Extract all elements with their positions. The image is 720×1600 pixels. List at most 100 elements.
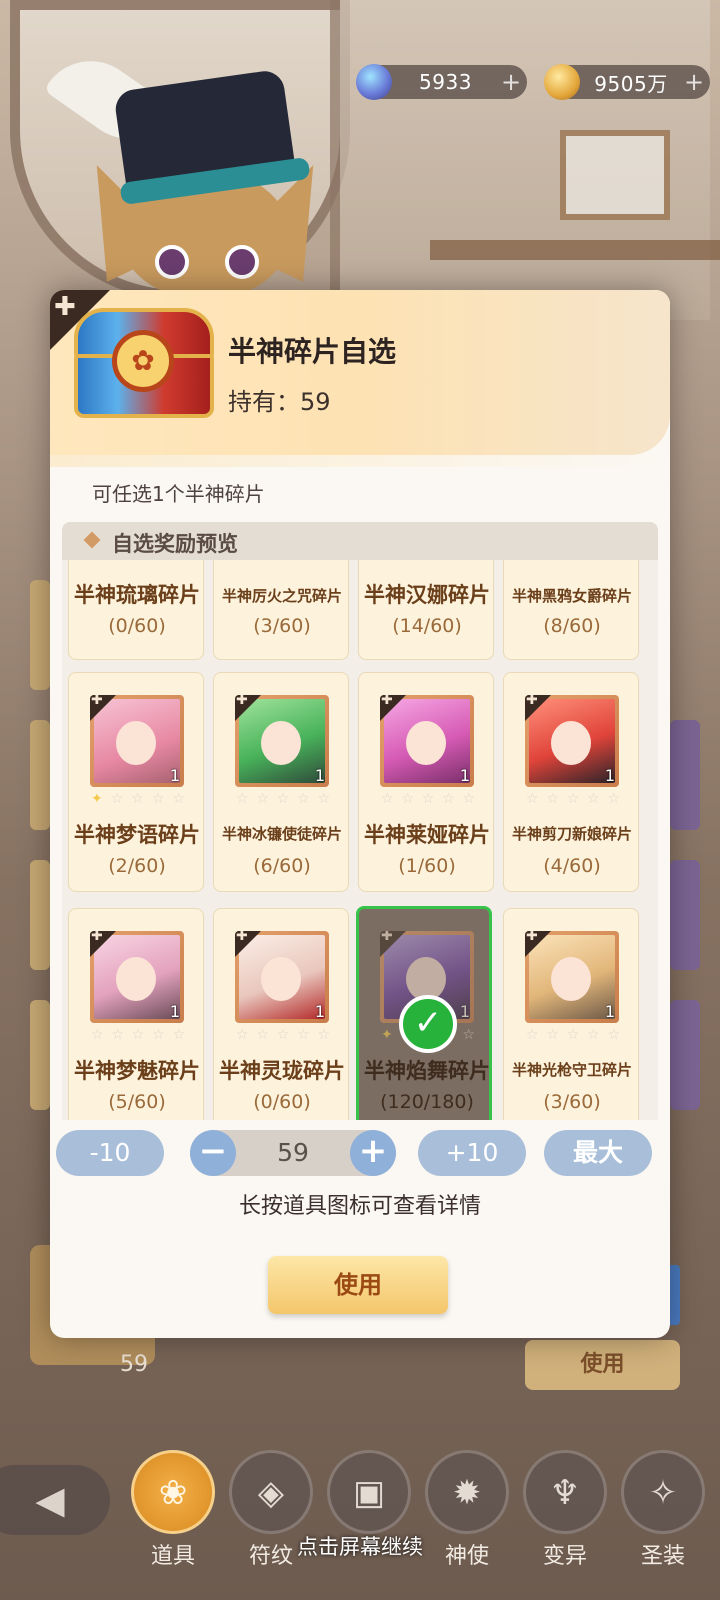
shard-name: 半神莱娅碎片 — [364, 823, 490, 847]
plus-icon[interactable]: + — [350, 1130, 396, 1176]
shard-card[interactable]: ✚ 1 ☆ ☆ ☆ ☆ ☆ 半神梦魅碎片 (5/60) — [68, 908, 204, 1120]
shard-count: (120/180) — [380, 1091, 474, 1113]
shard-name: 半神黑鸦女爵碎片 — [511, 587, 632, 605]
shard-qty: 1 — [459, 1002, 470, 1021]
gold-currency: 9505万 + — [544, 64, 710, 100]
shard-portrait: ✚ 1 — [235, 695, 329, 787]
background-use-button: 使用 — [525, 1340, 680, 1390]
shard-card-selected[interactable]: ✚ 1 ✦☆☆☆☆ ✓ 半神焰舞碎片 (120/180) — [356, 906, 492, 1120]
long-press-tip: 长按道具图标可查看详情 — [238, 1194, 481, 1219]
shard-count: (6/60) — [253, 855, 311, 877]
shard-name: 半神冰镰使徒碎片 — [221, 825, 342, 843]
star-rating: ☆ ☆ ☆ ☆ ☆ — [236, 791, 330, 807]
shard-portrait: ✚ 1 — [235, 931, 329, 1023]
gem-icon — [356, 64, 392, 100]
spirit-icon: ✹ — [425, 1450, 509, 1534]
use-button[interactable]: 使用 — [268, 1256, 448, 1314]
shard-card[interactable]: ✚ 1 ☆ ☆ ☆ ☆ ☆ 半神莱娅碎片 (1/60) — [358, 672, 494, 892]
shard-count: (0/60) — [253, 1091, 311, 1113]
plus-ten-button[interactable]: +10 — [418, 1130, 526, 1176]
fox-mascot — [43, 41, 350, 300]
shard-qty: 1 — [314, 766, 325, 785]
shard-qty: 1 — [604, 766, 615, 785]
shard-name: 半神汉娜碎片 — [364, 583, 490, 607]
shard-count: (0/60) — [108, 615, 166, 637]
star-rating: ☆ ☆ ☆ ☆ ☆ — [91, 1027, 185, 1043]
shard-qty: 1 — [604, 1002, 615, 1021]
bag-icon: ❀ — [131, 1450, 215, 1534]
quantity-stepper: − 59 + — [190, 1130, 396, 1176]
checkmark-icon: ✓ — [399, 995, 457, 1053]
shard-count: (8/60) — [543, 615, 601, 637]
shard-count: (1/60) — [398, 855, 456, 877]
star-rating: ☆ ☆ ☆ ☆ ☆ — [526, 791, 620, 807]
shard-card[interactable]: ✚ 1 ✦ ☆ ☆ ☆ ☆ 半神梦语碎片 (2/60) — [68, 672, 204, 892]
shard-card[interactable]: 半神汉娜碎片 (14/60) — [358, 560, 494, 660]
background-left-cards — [30, 580, 50, 1110]
shard-card[interactable]: 半神黑鸦女爵碎片 (8/60) — [503, 560, 639, 660]
shard-name: 半神厉火之咒碎片 — [221, 587, 342, 605]
shard-name: 半神梦语碎片 — [74, 823, 200, 847]
gold-coin-icon — [544, 64, 580, 100]
star-rating: ☆ ☆ ☆ ☆ ☆ — [236, 1027, 330, 1043]
star-rating: ☆ ☆ ☆ ☆ ☆ — [381, 791, 475, 807]
treasure-chest-icon: ✿ — [74, 308, 214, 418]
gem-currency: 5933 + — [356, 64, 527, 100]
shard-portrait: ✚ 1 — [525, 695, 619, 787]
shard-portrait: ✚ 1 — [90, 931, 184, 1023]
background-shelf — [430, 240, 720, 260]
shard-name: 半神琉璃碎片 — [74, 583, 200, 607]
shard-card[interactable]: 半神琉璃碎片 (0/60) — [68, 560, 204, 660]
shard-count: (4/60) — [543, 855, 601, 877]
shard-name: 半神灵珑碎片 — [219, 1059, 345, 1083]
shard-name: 半神焰舞碎片 — [364, 1059, 490, 1083]
shard-qty: 1 — [314, 1002, 325, 1021]
shard-count: (14/60) — [392, 615, 462, 637]
nav-item-cards[interactable]: ▣ — [324, 1450, 414, 1538]
tap-to-continue[interactable]: 点击屏幕继续 — [0, 1531, 720, 1561]
holy-gear-icon: ✧ — [621, 1450, 705, 1534]
background-right-cards — [670, 720, 700, 1120]
shard-name: 半神梦魅碎片 — [74, 1059, 200, 1083]
dialog-title: 半神碎片自选 — [228, 335, 397, 368]
shard-select-dialog: ✚ ✿ 半神碎片自选 持有：59 可任选1个半神碎片 自选奖励预览 半神琉璃碎片… — [50, 290, 670, 1338]
gem-amount: 5933 — [419, 70, 472, 94]
shard-count: (3/60) — [543, 1091, 601, 1113]
shard-qty: 1 — [169, 766, 180, 785]
reward-grid[interactable]: 半神琉璃碎片 (0/60) 半神厉火之咒碎片 (3/60) 半神汉娜碎片 (14… — [62, 560, 658, 1120]
add-gem-button[interactable]: + — [499, 68, 523, 96]
shard-count: (5/60) — [108, 1091, 166, 1113]
preview-title: 自选奖励预览 — [112, 532, 238, 556]
shard-name: 半神光枪守卫碎片 — [511, 1061, 632, 1079]
add-gold-button[interactable]: + — [682, 68, 706, 96]
shard-card[interactable]: ✚ 1 ☆ ☆ ☆ ☆ ☆ 半神剪刀新娘碎片 (4/60) — [503, 672, 639, 892]
star-rating: ☆ ☆ ☆ ☆ ☆ — [526, 1027, 620, 1043]
bottom-nav: ❀ 道具 ◈ 符纹 ▣ ✹ 神使 ♆ 变异 ✧ 圣装 — [0, 1450, 720, 1600]
max-button[interactable]: 最大 — [544, 1130, 652, 1176]
card-icon: ▣ — [327, 1450, 411, 1534]
shard-card[interactable]: ✚ 1 ☆ ☆ ☆ ☆ ☆ 半神灵珑碎片 (0/60) — [213, 908, 349, 1120]
dice-icon: ◈ — [229, 1450, 313, 1534]
shard-qty: 1 — [459, 766, 470, 785]
shard-count: (3/60) — [253, 615, 311, 637]
shard-qty: 1 — [169, 1002, 180, 1021]
background-picture-frame — [560, 130, 670, 220]
shard-portrait: ✚ 1 — [90, 695, 184, 787]
shard-name: 半神剪刀新娘碎片 — [511, 825, 632, 843]
gold-amount: 9505万 — [594, 71, 668, 96]
background-item-count: 59 — [120, 1352, 148, 1377]
mutation-icon: ♆ — [523, 1450, 607, 1534]
puzzle-icon: ✚ — [54, 292, 76, 322]
shard-card[interactable]: 半神厉火之咒碎片 (3/60) — [213, 560, 349, 660]
preview-section-header: 自选奖励预览 — [62, 522, 658, 560]
star-rating: ✦☆☆☆☆ — [91, 791, 185, 807]
select-hint: 可任选1个半神碎片 — [92, 482, 265, 506]
shard-card[interactable]: ✚ 1 ☆ ☆ ☆ ☆ ☆ 半神冰镰使徒碎片 (6/60) — [213, 672, 349, 892]
minus-ten-button[interactable]: -10 — [56, 1130, 164, 1176]
shard-portrait: ✚ 1 — [380, 695, 474, 787]
owned-count: 持有：59 — [228, 388, 331, 416]
shard-portrait: ✚ 1 — [525, 931, 619, 1023]
shard-count: (2/60) — [108, 855, 166, 877]
diamond-bullet-icon — [83, 531, 101, 549]
shard-card[interactable]: ✚ 1 ☆ ☆ ☆ ☆ ☆ 半神光枪守卫碎片 (3/60) — [503, 908, 639, 1120]
